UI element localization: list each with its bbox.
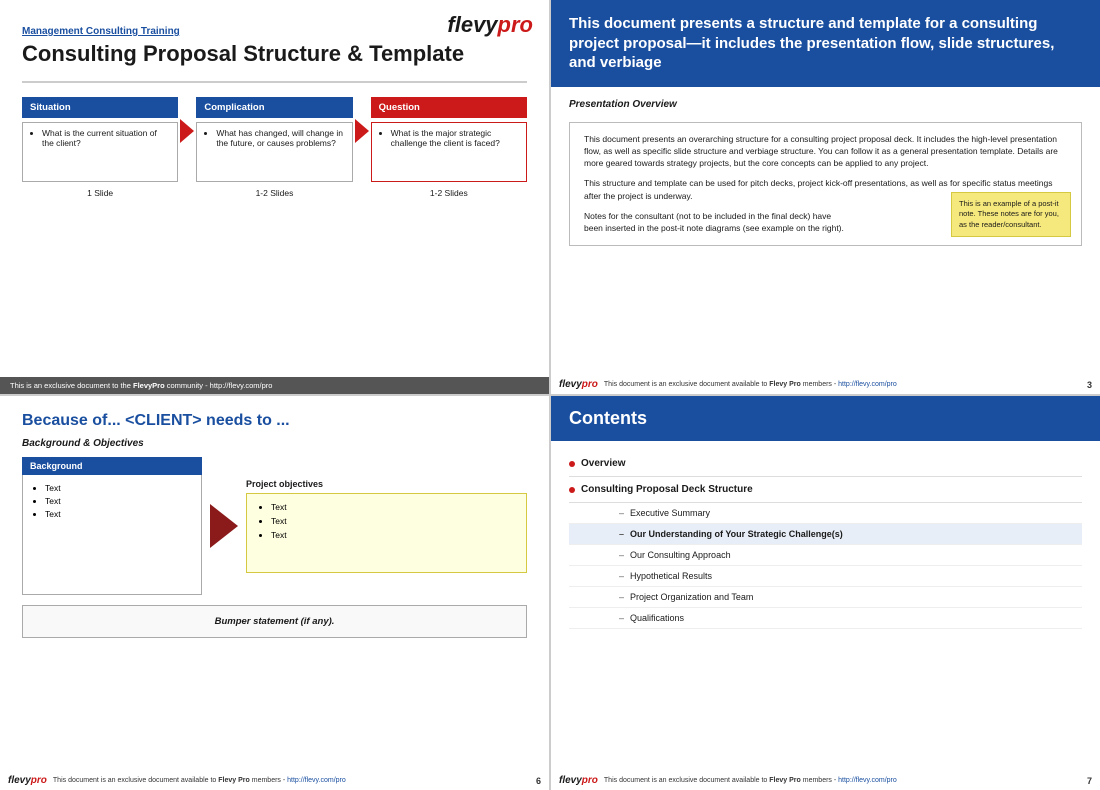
- slide2-header: This document presents a structure and t…: [551, 0, 1100, 87]
- logo-pro: pro: [498, 12, 533, 37]
- objectives-label: Project objectives: [246, 479, 527, 489]
- slide2-body: Presentation Overview This document pres…: [551, 87, 1100, 376]
- toc-label-approach: Our Consulting Approach: [630, 550, 731, 560]
- slide1-divider: [22, 81, 527, 83]
- toc-dash-org: –: [619, 592, 624, 602]
- slide2-footer: flevypro This document is an exclusive d…: [551, 375, 1100, 394]
- obj-item-3: Text: [271, 530, 514, 540]
- slide-1: flevypro Management Consulting Training …: [0, 0, 549, 394]
- slide3-flow: Background Text Text Text Project object…: [22, 457, 527, 595]
- bg-header: Background: [22, 457, 202, 475]
- slide2-text-box: This document presents an overarching st…: [569, 122, 1082, 246]
- flow-count-complication: 1-2 Slides: [196, 188, 352, 198]
- bg-item-1: Text: [45, 483, 191, 493]
- toc-dash-understanding: –: [619, 529, 624, 539]
- flow-header-situation: Situation: [22, 97, 178, 118]
- footer-text-slide1: This is an exclusive document to the Fle…: [10, 381, 272, 390]
- flow-header-question: Question: [371, 97, 527, 118]
- slide4-body: Overview Consulting Proposal Deck Struct…: [551, 441, 1100, 771]
- bumper-box: Bumper statement (if any).: [22, 605, 527, 638]
- slide3-title: Because of... <CLIENT> needs to ...: [22, 412, 527, 430]
- flow-container: Situation What is the current situation …: [22, 97, 527, 198]
- toc-label-org: Project Organization and Team: [630, 592, 753, 602]
- flow-count-question: 1-2 Slides: [371, 188, 527, 198]
- footer-text-slide3: This document is an exclusive document a…: [53, 777, 346, 784]
- obj-item-1: Text: [271, 502, 514, 512]
- flow-box-situation: Situation What is the current situation …: [22, 97, 178, 198]
- slide2-section-title: Presentation Overview: [569, 99, 1082, 110]
- slide1-footer: This is an exclusive document to the Fle…: [0, 377, 549, 394]
- toc-sub-approach: – Our Consulting Approach: [569, 545, 1082, 566]
- footer-text-slide2: This document is an exclusive document a…: [604, 381, 897, 388]
- toc-label-exec: Executive Summary: [630, 508, 710, 518]
- toc-dash-qual: –: [619, 613, 624, 623]
- toc-label-overview: Overview: [581, 458, 625, 469]
- footer-page-slide3: 6: [536, 776, 541, 786]
- objectives-box: Text Text Text: [246, 493, 527, 573]
- toc-dash-approach: –: [619, 550, 624, 560]
- slide-4: Contents Overview Consulting Proposal De…: [551, 396, 1100, 790]
- slide4-header-title: Contents: [569, 408, 1082, 429]
- arrow3: [210, 504, 238, 548]
- slide2-header-title: This document presents a structure and t…: [569, 14, 1082, 73]
- slide-2: This document presents a structure and t…: [551, 0, 1100, 394]
- slide4-footer: flevypro This document is an exclusive d…: [551, 771, 1100, 790]
- toc-sub-understanding: – Our Understanding of Your Strategic Ch…: [569, 524, 1082, 545]
- flow-header-complication: Complication: [196, 97, 352, 118]
- logo-flevy: flevy: [447, 12, 497, 37]
- toc-bullet-overview: [569, 461, 575, 467]
- flow-count-situation: 1 Slide: [22, 188, 178, 198]
- toc-item-overview: Overview: [569, 451, 1082, 477]
- flow-arrow-2: [353, 97, 371, 143]
- flow-box-question: Question What is the major strategic cha…: [371, 97, 527, 198]
- toc-sub-exec: – Executive Summary: [569, 503, 1082, 524]
- toc-label-results: Hypothetical Results: [630, 571, 712, 581]
- slide3-content: Because of... <CLIENT> needs to ... Back…: [0, 396, 549, 771]
- background-box: Background Text Text Text: [22, 457, 202, 595]
- footer-logo-slide4: flevypro: [559, 775, 598, 786]
- toc-sub-results: – Hypothetical Results: [569, 566, 1082, 587]
- toc-item-proposal: Consulting Proposal Deck Structure: [569, 477, 1082, 503]
- bg-item-3: Text: [45, 509, 191, 519]
- slide3-section-title: Background & Objectives: [22, 438, 527, 449]
- toc-bullet-proposal: [569, 487, 575, 493]
- flow-body-question: What is the major strategic challenge th…: [371, 122, 527, 182]
- slide1-title: Consulting Proposal Structure & Template: [22, 41, 527, 67]
- objectives-area: Project objectives Text Text Text: [246, 479, 527, 573]
- footer-page-slide4: 7: [1087, 776, 1092, 786]
- slide4-header: Contents: [551, 396, 1100, 441]
- arrow-shape-2: [355, 119, 369, 143]
- footer-page-slide2: 3: [1087, 380, 1092, 390]
- slide3-footer: flevypro This document is an exclusive d…: [0, 771, 549, 790]
- toc-sub-org: – Project Organization and Team: [569, 587, 1082, 608]
- flow-body-complication: What has changed, will change in the fut…: [196, 122, 352, 182]
- arrow-shape-1: [180, 119, 194, 143]
- slide-3: Because of... <CLIENT> needs to ... Back…: [0, 396, 549, 790]
- flow-box-complication: Complication What has changed, will chan…: [196, 97, 352, 198]
- flow-body-situation: What is the current situation of the cli…: [22, 122, 178, 182]
- footer-text-slide4: This document is an exclusive document a…: [604, 777, 897, 784]
- toc-dash-results: –: [619, 571, 624, 581]
- toc-dash-exec: –: [619, 508, 624, 518]
- toc-label-proposal: Consulting Proposal Deck Structure: [581, 484, 753, 495]
- toc-label-understanding: Our Understanding of Your Strategic Chal…: [630, 529, 843, 539]
- post-it-note: This is an example of a post-it note. Th…: [951, 192, 1071, 236]
- slide2-para1: This document presents an overarching st…: [584, 133, 1067, 170]
- flow-arrow-1: [178, 97, 196, 143]
- arrow3-shape: [210, 504, 238, 548]
- bg-item-2: Text: [45, 496, 191, 506]
- bg-body: Text Text Text: [22, 475, 202, 595]
- slide1-content: flevypro Management Consulting Training …: [0, 0, 549, 377]
- footer-logo-slide2: flevypro: [559, 379, 598, 390]
- toc-sub-qual: – Qualifications: [569, 608, 1082, 629]
- toc-label-qual: Qualifications: [630, 613, 684, 623]
- slide1-logo: flevypro: [447, 12, 533, 38]
- slide2-para3: Notes for the consultant (not to be incl…: [584, 210, 850, 235]
- obj-item-2: Text: [271, 516, 514, 526]
- footer-logo-slide3: flevypro: [8, 775, 47, 786]
